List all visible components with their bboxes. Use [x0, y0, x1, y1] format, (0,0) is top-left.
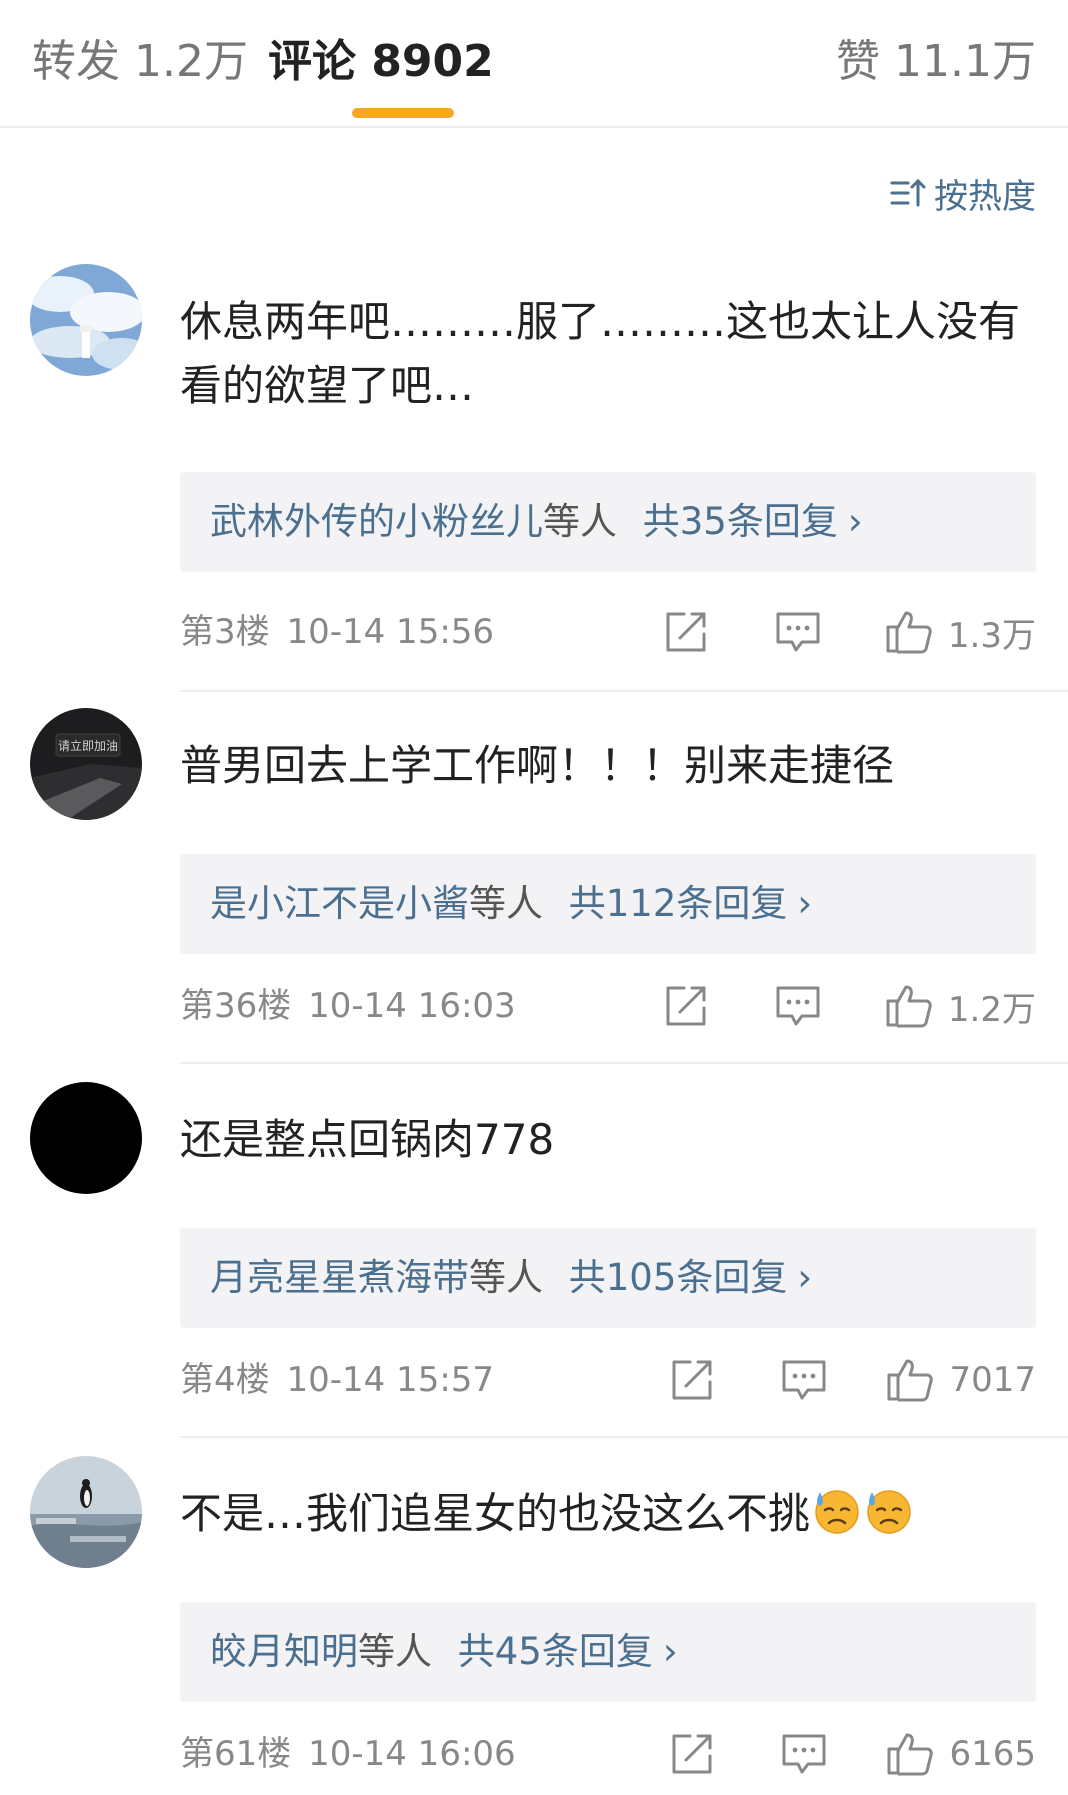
avatar[interactable] — [30, 1082, 142, 1194]
sort-icon — [890, 178, 926, 207]
floor-number: 第61楼 — [180, 1734, 292, 1774]
comment-text: 不是…我们追星女的也没这么不挑 — [180, 1482, 1040, 1546]
like-button[interactable]: 1.3万 — [884, 604, 1036, 660]
reply-button[interactable] — [778, 1354, 830, 1406]
comment-tabs: 转发 1.2万 评论 8902 赞 11.1万 — [0, 0, 1068, 128]
reply-count[interactable]: 共35条回复 — [643, 500, 838, 543]
reply-connector: 等人 — [358, 1630, 432, 1673]
comment-text: 休息两年吧………服了………这也太让人没有看的欲望了吧… — [180, 297, 1021, 410]
chevron-right-icon: › — [847, 500, 863, 543]
dark-car-avatar-image: 请立即加油 — [30, 708, 142, 820]
floor-and-time: 第61楼 10-14 16:06 — [180, 1732, 516, 1776]
comment-icon — [782, 1734, 826, 1774]
reply-users[interactable]: 武林外传的小粉丝儿 — [210, 500, 543, 543]
share-icon — [672, 1360, 712, 1400]
floor-number: 第4楼 — [180, 1360, 270, 1400]
comment-icon — [776, 612, 820, 652]
like-count: 1.2万 — [947, 989, 1036, 1030]
like-count: 7017 — [949, 1360, 1036, 1400]
reply-count[interactable]: 共112条回复 — [569, 882, 788, 925]
replies-preview[interactable]: 武林外传的小粉丝儿等人 共35条回复 › — [180, 472, 1036, 572]
sort-by-hot-button[interactable]: 按热度 — [888, 168, 1036, 218]
comment-time: 10-14 15:56 — [286, 612, 495, 652]
sweat-face-icon — [815, 1490, 859, 1534]
avatar-caption: 请立即加油 — [58, 738, 118, 753]
share-button[interactable] — [666, 1354, 718, 1406]
share-button[interactable] — [660, 980, 712, 1032]
floor-number: 第3楼 — [180, 612, 270, 652]
divider — [180, 1436, 1068, 1438]
replies-preview[interactable]: 皎月知明等人 共45条回复 › — [180, 1602, 1036, 1702]
comment-meta: 第4楼 10-14 15:57 7017 — [180, 1350, 1036, 1410]
thumbs-up-icon — [887, 1359, 934, 1402]
share-button[interactable] — [666, 1728, 718, 1780]
sweat-face-icon — [867, 1490, 911, 1534]
thumbs-up-icon — [886, 611, 932, 654]
reply-users[interactable]: 是小江不是小酱 — [210, 882, 469, 925]
comment-text: 普男回去上学工作啊！！！别来走捷径 — [180, 741, 895, 790]
avatar[interactable] — [30, 1456, 142, 1568]
chevron-right-icon: › — [662, 1630, 678, 1673]
tab-repost[interactable]: 转发 1.2万 — [32, 32, 248, 92]
tab-likes[interactable]: 赞 11.1万 — [836, 32, 1036, 92]
penguin-sea-avatar-image — [30, 1456, 142, 1568]
sky-clouds-avatar-image — [30, 264, 142, 376]
active-tab-indicator — [352, 108, 454, 118]
comment-text-body: 不是…我们追星女的也没这么不挑 — [180, 1489, 811, 1538]
reply-count[interactable]: 共45条回复 — [458, 1630, 653, 1673]
share-icon — [666, 612, 706, 652]
like-count: 1.3万 — [947, 615, 1036, 656]
share-icon — [672, 1734, 712, 1774]
like-count: 6165 — [949, 1734, 1036, 1774]
comment-time: 10-14 16:06 — [308, 1734, 516, 1774]
thumbs-up-icon — [886, 985, 932, 1028]
comment-time: 10-14 16:03 — [308, 986, 516, 1026]
floor-and-time: 第36楼 10-14 16:03 — [180, 984, 516, 1028]
like-button[interactable]: 1.2万 — [884, 978, 1036, 1034]
replies-preview[interactable]: 月亮星星煮海带等人 共105条回复 › — [180, 1228, 1036, 1328]
comment-meta: 第36楼 10-14 16:03 1.2万 — [180, 976, 1036, 1036]
divider — [180, 1062, 1068, 1064]
avatar[interactable] — [30, 264, 142, 376]
reply-button[interactable] — [772, 980, 824, 1032]
floor-number: 第36楼 — [180, 986, 292, 1026]
reply-button[interactable] — [772, 606, 824, 658]
divider — [180, 690, 1068, 692]
sweat-face-emoji — [864, 1486, 914, 1536]
like-button[interactable]: 7017 — [885, 1352, 1036, 1408]
thumbs-up-icon — [887, 1733, 934, 1776]
chevron-right-icon: › — [797, 1256, 813, 1299]
reply-users[interactable]: 月亮星星煮海带 — [210, 1256, 469, 1299]
floor-and-time: 第3楼 10-14 15:56 — [180, 610, 494, 654]
avatar[interactable]: 请立即加油 — [30, 708, 142, 820]
reply-button[interactable] — [778, 1728, 830, 1780]
reply-connector: 等人 — [543, 500, 617, 543]
comment-meta: 第3楼 10-14 15:56 1.3万 — [180, 602, 1036, 662]
comment-icon — [782, 1360, 826, 1400]
black-avatar-image — [30, 1082, 142, 1194]
like-button[interactable]: 6165 — [885, 1726, 1036, 1782]
chevron-right-icon: › — [797, 882, 813, 925]
sweat-face-emoji — [812, 1486, 862, 1536]
comment-icon — [776, 986, 820, 1026]
reply-users[interactable]: 皎月知明 — [210, 1630, 358, 1673]
tab-comments[interactable]: 评论 8902 — [268, 32, 494, 92]
sort-label: 按热度 — [934, 176, 1036, 217]
share-icon — [666, 986, 706, 1026]
comment-time: 10-14 15:57 — [286, 1360, 495, 1400]
comment-meta: 第61楼 10-14 16:06 6165 — [180, 1724, 1036, 1784]
reply-count[interactable]: 共105条回复 — [569, 1256, 788, 1299]
reply-connector: 等人 — [469, 1256, 543, 1299]
reply-connector: 等人 — [469, 882, 543, 925]
replies-preview[interactable]: 是小江不是小酱等人 共112条回复 › — [180, 854, 1036, 954]
floor-and-time: 第4楼 10-14 15:57 — [180, 1358, 494, 1402]
comment-text: 还是整点回锅肉778 — [180, 1115, 555, 1164]
share-button[interactable] — [660, 606, 712, 658]
